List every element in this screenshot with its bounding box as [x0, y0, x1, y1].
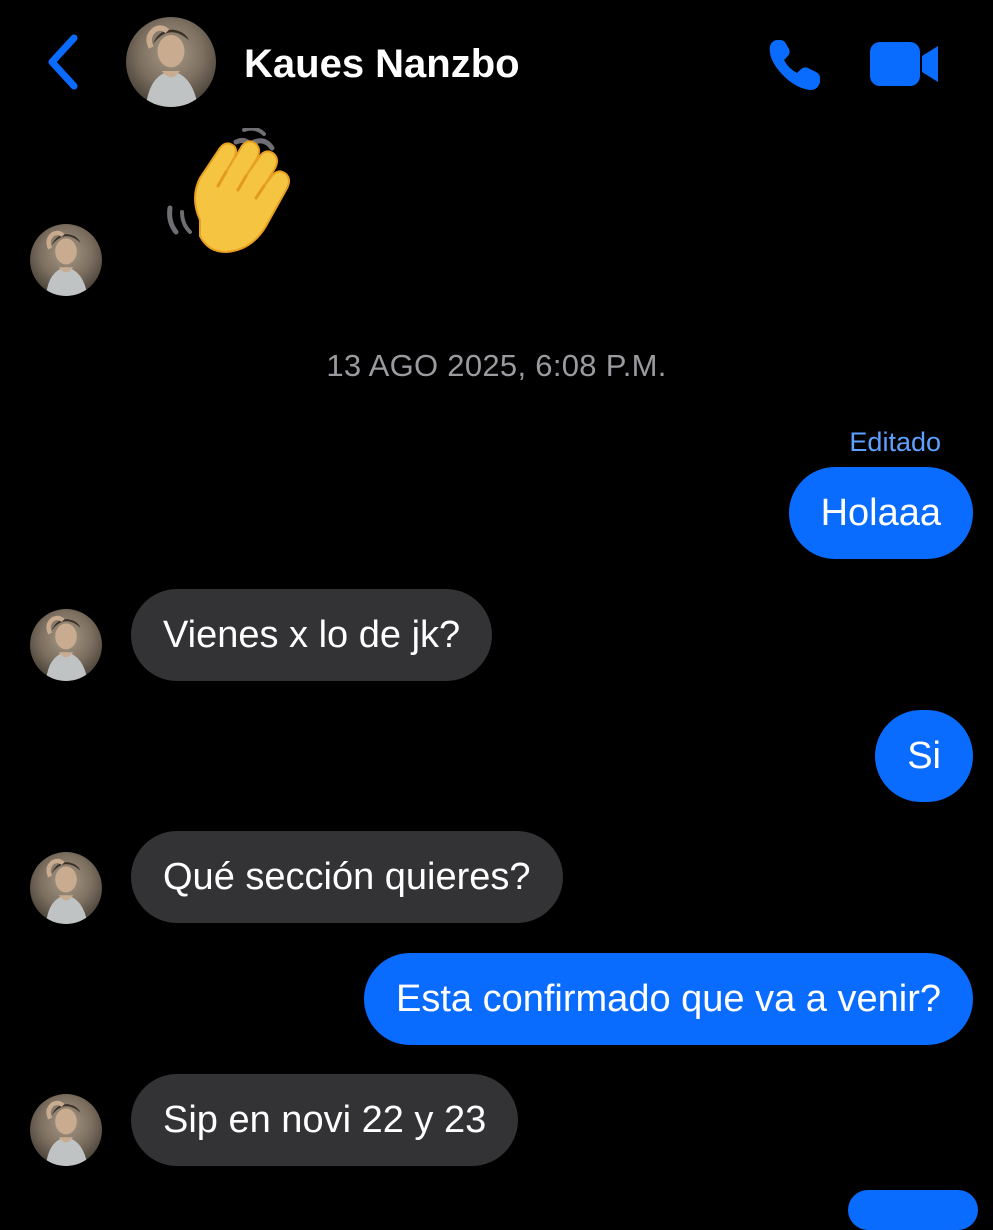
incoming-message[interactable]: Sip en novi 22 y 23	[131, 1074, 519, 1166]
avatar-image	[30, 1094, 102, 1166]
outgoing-message-partial[interactable]	[848, 1190, 978, 1230]
video-call-button[interactable]	[868, 38, 940, 90]
outgoing-message[interactable]: Esta confirmado que va a venir?	[364, 953, 973, 1045]
incoming-message[interactable]: Vienes x lo de jk?	[131, 589, 493, 681]
voice-call-button[interactable]	[764, 34, 824, 94]
wave-emoji-message[interactable]	[160, 126, 310, 268]
contact-avatar-small[interactable]	[30, 609, 102, 681]
video-camera-icon	[870, 42, 938, 86]
edited-label: Editado	[849, 427, 941, 457]
avatar-image	[30, 852, 102, 924]
chevron-left-icon	[48, 34, 78, 90]
contact-avatar-small[interactable]	[30, 852, 102, 924]
message-timestamp: 13 AGO 2025, 6:08 P.M.	[326, 348, 667, 383]
contact-avatar-small[interactable]	[30, 224, 102, 296]
avatar-image	[30, 224, 102, 296]
incoming-message[interactable]: Qué sección quieres?	[131, 831, 563, 923]
avatar-image	[126, 17, 216, 107]
phone-icon	[769, 40, 820, 90]
contact-avatar[interactable]	[126, 17, 216, 107]
outgoing-message[interactable]: Holaaa	[788, 467, 973, 559]
waving-hand-icon	[167, 126, 290, 254]
contact-name[interactable]: Kaues Nanzbo	[244, 40, 520, 88]
back-button[interactable]	[40, 30, 86, 94]
chat-header: Kaues Nanzbo	[0, 0, 993, 128]
contact-avatar-small[interactable]	[30, 1094, 102, 1166]
avatar-image	[30, 609, 102, 681]
outgoing-message[interactable]: Si	[875, 710, 973, 802]
